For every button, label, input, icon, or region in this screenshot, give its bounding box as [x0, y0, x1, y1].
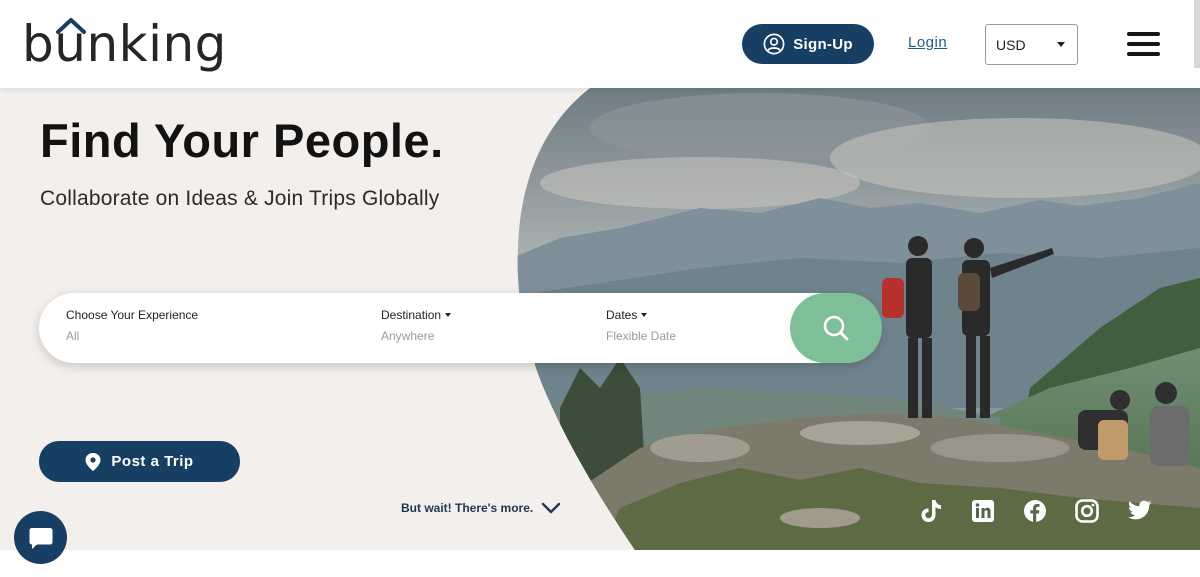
- chat-bubble-icon: [29, 527, 52, 549]
- page-title: Find Your People.: [40, 114, 444, 167]
- search-button[interactable]: [790, 293, 882, 363]
- linkedin-icon[interactable]: [970, 498, 996, 524]
- caret-down-icon: [445, 313, 452, 317]
- search-bar: Choose Your Experience All Destination A…: [39, 293, 882, 363]
- search-icon: [823, 315, 849, 341]
- social-links: [918, 498, 1152, 524]
- dates-label: Dates: [606, 308, 676, 322]
- user-circle-icon: [763, 33, 785, 55]
- experience-value: All: [66, 329, 80, 343]
- login-link[interactable]: Login: [908, 34, 947, 51]
- dates-value: Flexible Date: [606, 329, 677, 343]
- chevron-down-icon: [542, 502, 561, 514]
- destination-value: Anywhere: [381, 329, 435, 343]
- signup-button[interactable]: Sign-Up: [742, 24, 874, 64]
- page-footer-area: [0, 550, 1200, 577]
- site-header: bu nking Sign-Up Login USD: [0, 0, 1200, 88]
- post-trip-button[interactable]: Post a Trip: [39, 441, 240, 482]
- chevron-down-icon: [1057, 42, 1065, 47]
- instagram-icon[interactable]: [1074, 498, 1100, 524]
- logo-text: bu nking: [22, 15, 227, 73]
- currency-select[interactable]: USD: [985, 24, 1078, 65]
- caret-down-icon: [641, 313, 648, 317]
- dates-field[interactable]: Dates Flexible Date: [606, 308, 676, 343]
- experience-field[interactable]: Choose Your Experience All: [66, 308, 198, 343]
- house-roof-icon: [56, 18, 87, 34]
- hero-subtitle: Collaborate on Ideas & Join Trips Global…: [40, 187, 440, 210]
- currency-value: USD: [996, 36, 1026, 53]
- hero-section: Find Your People. Collaborate on Ideas &…: [0, 88, 1200, 550]
- chat-button[interactable]: [14, 511, 67, 564]
- signup-label: Sign-Up: [793, 35, 853, 53]
- destination-label: Destination: [381, 308, 452, 322]
- bunking-logo[interactable]: bu nking: [22, 14, 227, 74]
- experience-label: Choose Your Experience: [66, 308, 199, 322]
- scrollbar[interactable]: [1194, 0, 1200, 68]
- post-trip-label: Post a Trip: [111, 453, 194, 470]
- destination-field[interactable]: Destination Anywhere: [381, 308, 452, 343]
- tiktok-icon[interactable]: [918, 498, 944, 524]
- more-link[interactable]: But wait! There's more.: [401, 501, 561, 515]
- more-label: But wait! There's more.: [401, 501, 534, 515]
- twitter-icon[interactable]: [1126, 498, 1152, 524]
- menu-icon[interactable]: [1127, 32, 1160, 56]
- location-pin-icon: [85, 452, 101, 471]
- facebook-icon[interactable]: [1022, 498, 1048, 524]
